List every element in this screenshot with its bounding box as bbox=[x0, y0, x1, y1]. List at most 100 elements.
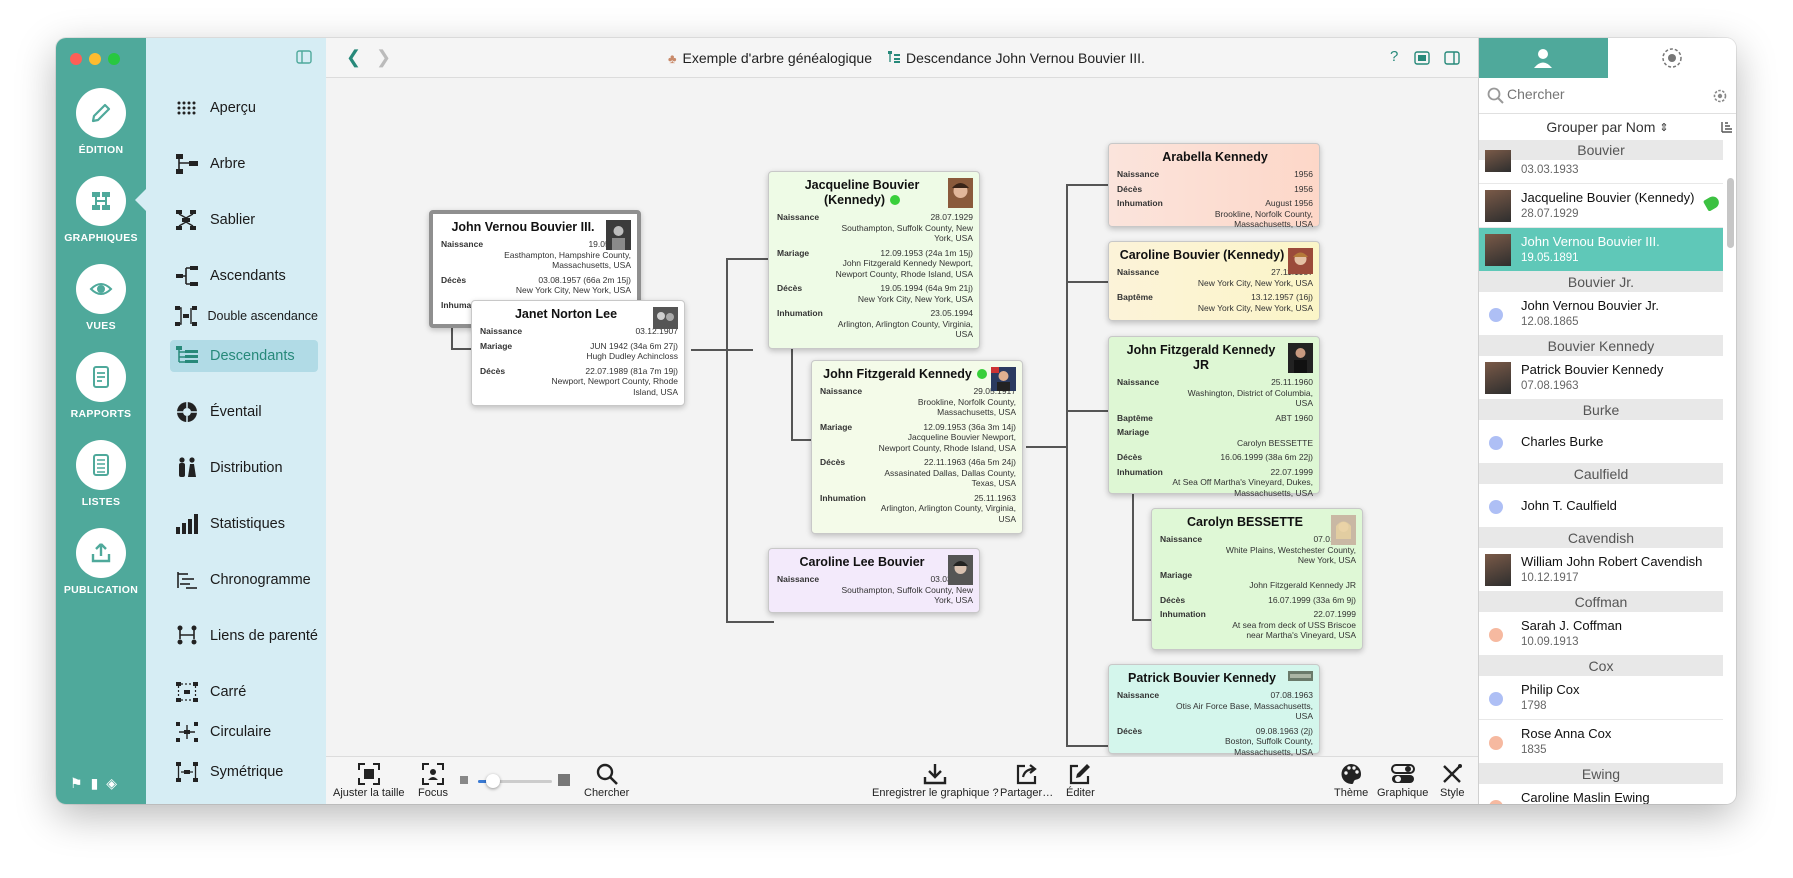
group-header: Cavendish bbox=[1479, 528, 1723, 548]
focus-button[interactable]: Focus bbox=[418, 761, 448, 799]
person-card[interactable]: Patrick Bouvier Kennedy Naissance 07.08.1… bbox=[1108, 664, 1320, 757]
sidebar-item-statistiques[interactable]: Statistiques bbox=[170, 508, 318, 540]
sidebar-item-chronogramme[interactable]: Chronogramme bbox=[170, 564, 318, 596]
event-place: Brookline, Norfolk County, Massachusetts… bbox=[917, 396, 1016, 418]
tag-icon[interactable]: ⚑ bbox=[70, 775, 83, 792]
person-name: John Fitzgerald Kennedy bbox=[820, 367, 1016, 382]
sidebar-item-ascendants[interactable]: Ascendants bbox=[170, 260, 318, 292]
minimize-window-button[interactable] bbox=[89, 53, 101, 65]
person-list-item[interactable]: William John Robert Cavendish 10.12.1917 bbox=[1479, 548, 1723, 592]
breadcrumb-tree[interactable]: ♣ Exemple d'arbre généalogique bbox=[668, 50, 872, 66]
back-arrow-icon[interactable]: ❮ bbox=[346, 47, 361, 68]
rail-publication[interactable]: PUBLICATION bbox=[56, 528, 146, 596]
person-card[interactable]: John Fitzgerald Kennedy JR Naissance 25.1… bbox=[1108, 336, 1320, 498]
sidebar-item-double-ascendance[interactable]: Double ascendance bbox=[170, 300, 318, 332]
person-name: Jacqueline Bouvier (Kennedy) bbox=[777, 178, 973, 208]
sidebar-item-sablier[interactable]: Sablier bbox=[170, 204, 318, 236]
globe-icon[interactable]: ◈ bbox=[106, 775, 117, 792]
rail-listes[interactable]: LISTES bbox=[56, 440, 146, 508]
distribution-icon bbox=[170, 457, 204, 479]
tab-persons[interactable] bbox=[1479, 38, 1608, 78]
fit-size-button[interactable]: Ajuster la taille bbox=[333, 761, 405, 799]
person-list-item[interactable]: Patrick Bouvier Kennedy 07.08.1963 bbox=[1479, 356, 1723, 400]
search-icon bbox=[1487, 87, 1504, 104]
person-card[interactable]: Janet Norton Lee Naissance 03.12.1907 Mari… bbox=[471, 300, 685, 406]
person-list-item[interactable]: Caroline Maslin Ewing11.08.1844 bbox=[1479, 784, 1723, 804]
person-list-item[interactable]: Charles Burke bbox=[1479, 420, 1723, 464]
person-list-item[interactable]: John Vernou Bouvier III. 19.05.1891 bbox=[1479, 228, 1723, 272]
zoom-knob[interactable] bbox=[485, 774, 500, 788]
graph-settings-button[interactable]: Graphique bbox=[1377, 761, 1428, 799]
sidebar-item-symetrique[interactable]: Symétrique bbox=[170, 756, 318, 788]
sidebar-item-label: Arbre bbox=[210, 156, 246, 172]
graph-settings-label: Graphique bbox=[1377, 787, 1429, 799]
person-list-item[interactable]: John T. Caulfield bbox=[1479, 484, 1723, 528]
event-place: Easthampton, Hampshire County, Massachus… bbox=[504, 249, 631, 271]
chart-icon bbox=[92, 192, 110, 210]
sidebar-item-liens-de-parente[interactable]: Liens de parenté bbox=[170, 620, 318, 652]
event-type: Décès bbox=[1117, 452, 1143, 462]
search-input[interactable] bbox=[1507, 86, 1697, 102]
person-list-item[interactable]: Philip Cox 1798 bbox=[1479, 676, 1723, 720]
event-detail: 22.11.1963 (46a 5m 24j) Assasinated Dalla… bbox=[874, 457, 1016, 489]
sidebar-item-circulaire[interactable]: Circulaire bbox=[170, 716, 318, 748]
event-detail: 12.09.1953 (36a 3m 14j) Jacqueline Bouvie… bbox=[874, 422, 1016, 454]
sort-list-icon[interactable] bbox=[1720, 120, 1732, 134]
event-row: Naissance27.11.1957New York City, New Yo… bbox=[1117, 267, 1313, 288]
sidebar-toggle-icon[interactable] bbox=[296, 50, 312, 64]
person-card[interactable]: John Fitzgerald Kennedy Naissance 29.05.1… bbox=[811, 360, 1023, 534]
person-list-item[interactable]: 03.03.1933 bbox=[1479, 150, 1723, 184]
edit-button[interactable]: Éditer bbox=[1066, 761, 1095, 799]
zoom-window-button[interactable] bbox=[108, 53, 120, 65]
forward-arrow-icon[interactable]: ❯ bbox=[376, 47, 391, 68]
event-row: Inhumation August 1956 Brookline, Norfolk … bbox=[1117, 198, 1313, 230]
person-date: 10.09.1913 bbox=[1521, 636, 1579, 648]
bookmark-icon[interactable]: ▮ bbox=[91, 775, 99, 792]
search-chart-button[interactable]: Chercher bbox=[584, 761, 629, 799]
sidebar-item-eventail[interactable]: Éventail bbox=[170, 396, 318, 428]
zoom-slider[interactable] bbox=[460, 773, 570, 789]
share-button[interactable]: Partager… bbox=[1000, 761, 1053, 799]
person-list-item[interactable]: John Vernou Bouvier Jr. 12.08.1865 bbox=[1479, 292, 1723, 336]
person-list-item[interactable]: Jacqueline Bouvier (Kennedy) 28.07.1929 bbox=[1479, 184, 1723, 228]
tag-icon[interactable] bbox=[1702, 194, 1722, 212]
sidebar-item-apercu[interactable]: Aperçu bbox=[170, 92, 318, 124]
rail-rapports[interactable]: RAPPORTS bbox=[56, 352, 146, 420]
gear-icon[interactable] bbox=[1712, 88, 1728, 104]
rail-vues[interactable]: VUES bbox=[56, 264, 146, 332]
breadcrumb-chart[interactable]: Descendance John Vernou Bouvier III. bbox=[888, 50, 1145, 66]
person-card[interactable]: Arabella Kennedy Naissance 1956 Décès 1956 I… bbox=[1108, 143, 1320, 230]
person-card[interactable]: Jacqueline Bouvier (Kennedy) Naissance 28… bbox=[768, 171, 980, 349]
sidebar-item-distribution[interactable]: Distribution bbox=[170, 452, 318, 484]
sidebar-item-label: Chronogramme bbox=[210, 572, 311, 588]
sidebar-item-descendants[interactable]: Descendants bbox=[170, 340, 318, 372]
connector-line bbox=[1066, 410, 1108, 412]
person-card[interactable]: Caroline Lee Bouvier Naissance03.03.1933… bbox=[768, 548, 980, 613]
sidebar-item-arbre[interactable]: Arbre bbox=[170, 148, 318, 180]
help-icon[interactable]: ? bbox=[1390, 48, 1398, 65]
person-card[interactable]: Caroline Bouvier (Kennedy) Naissance27.1… bbox=[1108, 241, 1320, 321]
event-type: Naissance bbox=[777, 574, 820, 584]
rail-edition[interactable]: ÉDITION bbox=[56, 88, 146, 156]
person-list-item[interactable]: Sarah J. Coffman 10.09.1913 bbox=[1479, 612, 1723, 656]
person-card[interactable]: Carolyn BESSETTE Naissance07.01.1966Whit… bbox=[1151, 508, 1363, 650]
style-button[interactable]: Style bbox=[1440, 761, 1464, 799]
event-detail: 16.07.1999 (33a 6m 9j) bbox=[1214, 595, 1356, 606]
theme-button[interactable]: Thème bbox=[1334, 761, 1368, 799]
sidebar-item-carre[interactable]: Carré bbox=[170, 676, 318, 708]
tab-settings[interactable] bbox=[1607, 38, 1736, 78]
save-chart-button[interactable]: Enregistrer le graphique ? bbox=[872, 761, 999, 799]
event-row: Mariage Carolyn BESSETTE bbox=[1117, 427, 1313, 448]
person-name: Patrick Bouvier Kennedy bbox=[1128, 671, 1276, 685]
right-panel-toggle-icon[interactable] bbox=[1444, 51, 1460, 65]
ascendants-icon bbox=[170, 266, 204, 286]
person-list-item[interactable]: Rose Anna Cox 1835 bbox=[1479, 720, 1723, 764]
event-detail: 28.07.1929 Southampton, Suffolk County, N… bbox=[831, 212, 973, 244]
list-scrollbar[interactable] bbox=[1727, 178, 1734, 248]
group-by-selector[interactable]: Grouper par Nom ⇕ bbox=[1479, 114, 1736, 140]
event-row: Naissance 07.08.1963 Otis Air Force Base, … bbox=[1117, 690, 1313, 722]
sidebar-item-label: Éventail bbox=[210, 404, 262, 420]
close-window-button[interactable] bbox=[70, 53, 82, 65]
window-mode-icon[interactable] bbox=[1414, 51, 1430, 65]
rail-graphiques[interactable]: GRAPHIQUES bbox=[56, 176, 147, 244]
